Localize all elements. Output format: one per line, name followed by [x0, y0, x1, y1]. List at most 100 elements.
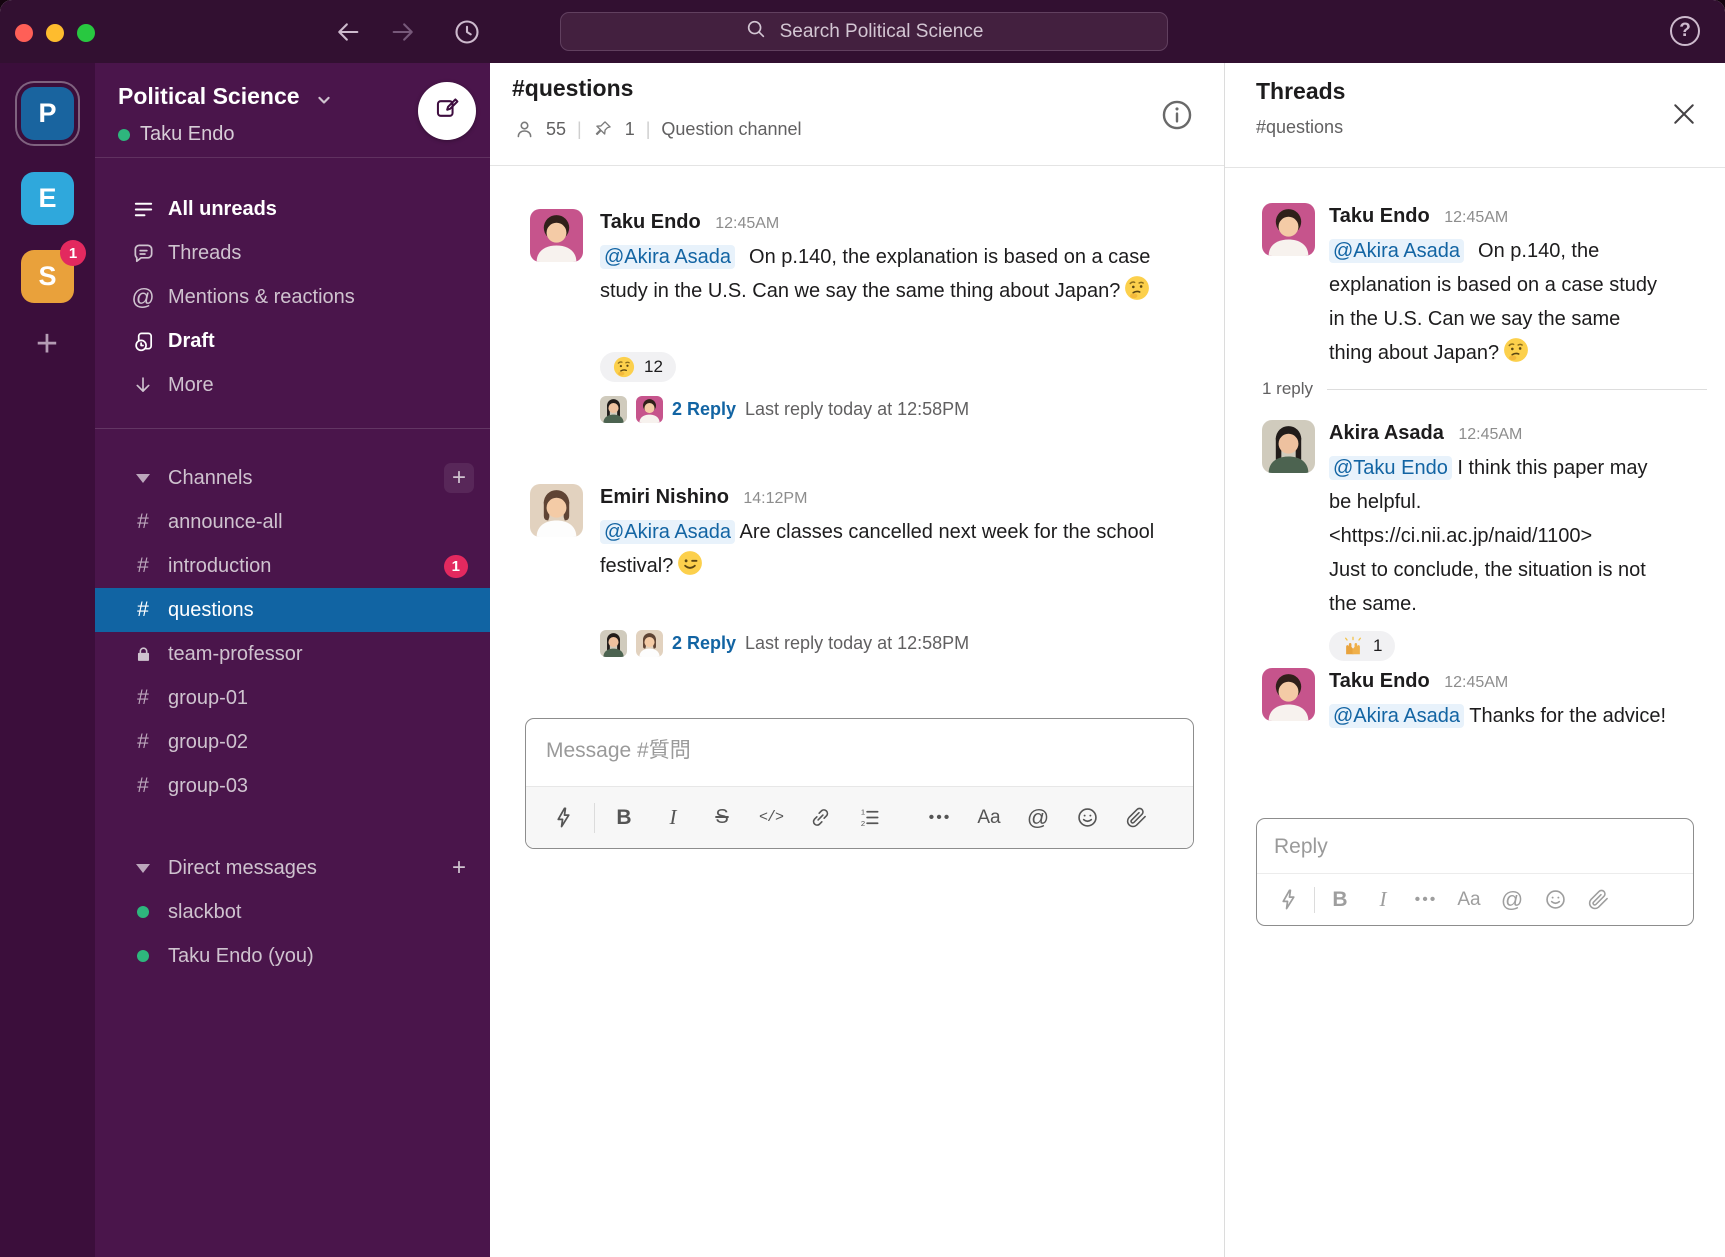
user-mention[interactable]: @Akira Asada — [1329, 704, 1464, 728]
search-placeholder: Search Political Science — [780, 21, 984, 43]
reaction-count: 12 — [644, 357, 663, 377]
thread-reply-link[interactable]: 2 Reply — [672, 633, 736, 654]
sidebar-item-dm-slackbot[interactable]: slackbot — [95, 890, 490, 934]
ordered-list-icon[interactable]: 12 — [856, 805, 882, 831]
history-forward-button[interactable] — [389, 18, 417, 46]
hash-icon: # — [131, 774, 155, 798]
user-mention[interactable]: @Taku Endo — [1329, 456, 1452, 480]
add-channel-button[interactable]: + — [444, 463, 474, 493]
message-timestamp[interactable]: 12:45AM — [1444, 209, 1508, 226]
shortcuts-icon[interactable] — [550, 805, 576, 831]
attach-file-icon[interactable] — [1123, 805, 1149, 831]
avatar[interactable] — [1262, 203, 1315, 256]
reaction-pill[interactable]: 12 — [600, 352, 676, 382]
members-icon[interactable] — [514, 119, 535, 140]
sidebar-item-draft[interactable]: Draft — [95, 319, 490, 363]
more-formatting-button[interactable]: ••• — [1413, 887, 1439, 913]
channel-info-button[interactable] — [1160, 98, 1194, 132]
workspace-menu-button[interactable]: Political Science — [118, 83, 334, 110]
message-author[interactable]: Akira Asada — [1329, 422, 1444, 444]
channel-header: #questions 55 | 1 | Question channel — [490, 63, 1224, 166]
message-timestamp[interactable]: 12:45AM — [1458, 426, 1522, 443]
sidebar-item-channel-announce-all[interactable]: # announce-all — [95, 500, 490, 544]
close-threads-button[interactable] — [1669, 99, 1701, 131]
avatar[interactable] — [530, 484, 583, 537]
shortcuts-icon[interactable] — [1275, 887, 1301, 913]
message-author[interactable]: Taku Endo — [1329, 670, 1430, 692]
workspace-switcher-e[interactable]: E — [21, 172, 74, 225]
sidebar-item-dm-taku-endo[interactable]: Taku Endo (you) — [95, 934, 490, 978]
history-clock-icon[interactable] — [453, 18, 481, 46]
message-author[interactable]: Taku Endo — [1329, 205, 1430, 227]
window-close-button[interactable] — [15, 24, 33, 42]
link-icon[interactable] — [807, 805, 833, 831]
sidebar-item-channel-team-professor[interactable]: team-professor — [95, 632, 490, 676]
message-composer[interactable]: Message #質問 B I S </> 12 ••• Aa @ — [525, 718, 1194, 849]
pin-count[interactable]: 1 — [625, 119, 635, 140]
message-author[interactable]: Taku Endo — [600, 211, 701, 233]
window-minimize-button[interactable] — [46, 24, 64, 42]
sidebar-item-channel-introduction[interactable]: # introduction 1 — [95, 544, 490, 588]
message-text: @Taku Endo I think this paper may be hel… — [1329, 451, 1669, 621]
bold-button[interactable]: B — [1327, 887, 1353, 913]
member-count[interactable]: 55 — [546, 119, 566, 140]
italic-button[interactable]: I — [1370, 887, 1396, 913]
text-format-button[interactable]: Aa — [1456, 887, 1482, 913]
sidebar-item-threads[interactable]: Threads — [95, 231, 490, 275]
message-author[interactable]: Emiri Nishino — [600, 486, 729, 508]
help-button[interactable]: ? — [1670, 16, 1700, 46]
sidebar-item-all-unreads[interactable]: All unreads — [95, 187, 490, 231]
bold-button[interactable]: B — [611, 805, 637, 831]
emoji-picker-icon[interactable] — [1542, 887, 1568, 913]
more-formatting-button[interactable]: ••• — [927, 805, 953, 831]
add-dm-button[interactable]: + — [444, 853, 474, 883]
avatar[interactable] — [530, 209, 583, 262]
message-timestamp[interactable]: 12:45AM — [1444, 674, 1508, 691]
channel-title: #questions — [512, 75, 633, 102]
sidebar-item-channel-questions[interactable]: # questions — [95, 588, 490, 632]
composer-toolbar: B I S </> 12 ••• Aa @ — [526, 786, 1193, 848]
current-user-status[interactable]: Taku Endo — [118, 123, 235, 146]
thread-summary[interactable]: 2 Reply Last reply today at 12:58PM — [600, 396, 1195, 423]
reaction-count: 1 — [1373, 636, 1382, 656]
sidebar-item-mentions-reactions[interactable]: @ Mentions & reactions — [95, 275, 490, 319]
workspace-switcher-s[interactable]: S 1 — [21, 250, 74, 303]
message-timestamp[interactable]: 12:45AM — [715, 215, 779, 232]
code-button[interactable]: </> — [758, 805, 784, 831]
sidebar-item-channel-group-02[interactable]: # group-02 — [95, 720, 490, 764]
thread-reply-link[interactable]: 2 Reply — [672, 399, 736, 420]
emoji-picker-icon[interactable] — [1074, 805, 1100, 831]
reaction-pill[interactable]: 1 — [1329, 631, 1395, 661]
pin-icon[interactable] — [593, 119, 614, 140]
attach-file-icon[interactable] — [1585, 887, 1611, 913]
thread-summary[interactable]: 2 Reply Last reply today at 12:58PM — [600, 630, 1195, 657]
channel-topic[interactable]: Question channel — [661, 119, 801, 140]
user-mention[interactable]: @Akira Asada — [1329, 239, 1464, 263]
channels-section-header[interactable]: Channels + — [95, 456, 490, 500]
dms-section-header[interactable]: Direct messages + — [95, 846, 490, 890]
workspace-switcher-political-science[interactable]: P — [21, 87, 74, 140]
mention-button[interactable]: @ — [1025, 805, 1051, 831]
threads-icon — [131, 241, 155, 265]
window-zoom-button[interactable] — [77, 24, 95, 42]
message-text: @Akira Asada Thanks for the advice! — [1329, 699, 1669, 733]
strikethrough-button[interactable]: S — [709, 805, 735, 831]
avatar[interactable] — [1262, 420, 1315, 473]
draft-icon — [131, 329, 155, 353]
message-timestamp[interactable]: 14:12PM — [743, 490, 807, 507]
avatar[interactable] — [1262, 668, 1315, 721]
user-mention[interactable]: @Akira Asada — [600, 520, 735, 544]
text-format-button[interactable]: Aa — [976, 805, 1002, 831]
sidebar-item-more[interactable]: More — [95, 363, 490, 407]
history-back-button[interactable] — [334, 18, 362, 46]
reply-composer[interactable]: Reply B I ••• Aa @ — [1256, 818, 1694, 926]
sidebar-item-channel-group-01[interactable]: # group-01 — [95, 676, 490, 720]
add-workspace-button[interactable]: + — [28, 325, 66, 363]
new-message-button[interactable] — [418, 82, 476, 140]
user-mention[interactable]: @Akira Asada — [600, 245, 735, 269]
top-bar: Search Political Science ? — [0, 0, 1725, 63]
italic-button[interactable]: I — [660, 805, 686, 831]
sidebar-item-channel-group-03[interactable]: # group-03 — [95, 764, 490, 808]
search-input[interactable]: Search Political Science — [560, 12, 1168, 51]
mention-button[interactable]: @ — [1499, 887, 1525, 913]
